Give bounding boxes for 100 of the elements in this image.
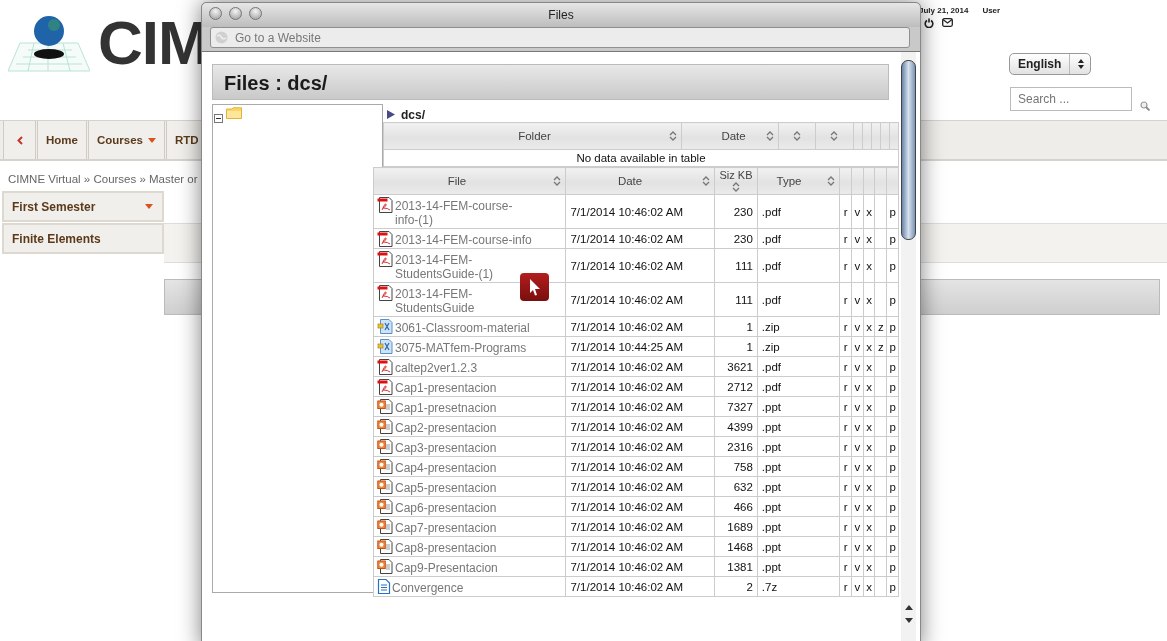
action-link[interactable]: x bbox=[863, 376, 875, 397]
search-icon[interactable] bbox=[1140, 101, 1150, 111]
column-header[interactable]: Siz KB bbox=[714, 167, 758, 195]
action-link[interactable]: r bbox=[839, 228, 852, 249]
sort-icon[interactable] bbox=[731, 181, 740, 193]
action-link[interactable]: p bbox=[886, 248, 899, 283]
action-link[interactable]: v bbox=[851, 228, 864, 249]
action-link[interactable]: v bbox=[851, 476, 864, 497]
action-link[interactable]: x bbox=[863, 316, 875, 337]
scrollbar-thumb[interactable] bbox=[901, 60, 916, 240]
action-link[interactable]: v bbox=[851, 436, 864, 457]
window-control-button[interactable] bbox=[209, 7, 222, 20]
action-link[interactable]: r bbox=[839, 556, 852, 577]
search-field[interactable]: Search ... bbox=[1010, 87, 1132, 111]
action-link[interactable]: p bbox=[886, 336, 899, 357]
language-select[interactable]: English bbox=[1009, 53, 1091, 75]
window-control-button[interactable] bbox=[229, 7, 242, 20]
address-field[interactable]: Go to a Website bbox=[210, 27, 910, 48]
sort-icon[interactable] bbox=[553, 175, 562, 187]
nav-item[interactable]: Home bbox=[37, 121, 87, 159]
action-link[interactable]: p bbox=[886, 416, 899, 437]
action-link[interactable]: p bbox=[886, 476, 899, 497]
action-link[interactable]: x bbox=[863, 396, 875, 417]
action-link[interactable]: r bbox=[839, 416, 852, 437]
action-link[interactable]: p bbox=[886, 456, 899, 477]
action-link[interactable]: r bbox=[839, 436, 852, 457]
action-link[interactable]: x bbox=[863, 456, 875, 477]
action-link[interactable]: x bbox=[863, 496, 875, 517]
action-link[interactable]: x bbox=[863, 282, 875, 317]
sort-icon[interactable] bbox=[766, 130, 775, 142]
action-link[interactable]: r bbox=[839, 336, 852, 357]
action-link[interactable]: r bbox=[839, 456, 852, 477]
action-link[interactable]: r bbox=[839, 248, 852, 283]
sidebar-item[interactable]: First Semester bbox=[2, 191, 164, 222]
column-header[interactable]: Date bbox=[681, 122, 779, 150]
action-link[interactable]: x bbox=[863, 194, 875, 229]
action-link[interactable]: v bbox=[851, 194, 864, 229]
action-link[interactable]: x bbox=[863, 416, 875, 437]
window-control-button[interactable] bbox=[249, 7, 262, 20]
action-link[interactable]: v bbox=[851, 416, 864, 437]
action-link[interactable]: r bbox=[839, 316, 852, 337]
sidebar-item[interactable]: Finite Elements bbox=[2, 223, 164, 254]
action-link[interactable]: p bbox=[886, 556, 899, 577]
scroll-up-icon[interactable] bbox=[904, 604, 913, 611]
action-link[interactable]: p bbox=[886, 516, 899, 537]
nav-item[interactable]: RTD bbox=[166, 121, 201, 159]
scroll-down-icon[interactable] bbox=[904, 617, 913, 624]
action-link[interactable]: x bbox=[863, 516, 875, 537]
action-link[interactable]: r bbox=[839, 496, 852, 517]
sort-icon[interactable] bbox=[793, 130, 802, 142]
action-link[interactable]: z bbox=[874, 336, 887, 357]
action-link[interactable]: x bbox=[863, 336, 875, 357]
action-link[interactable]: p bbox=[886, 396, 899, 417]
action-link[interactable]: v bbox=[851, 282, 864, 317]
mail-icon[interactable] bbox=[942, 18, 953, 27]
sort-icon[interactable] bbox=[669, 130, 678, 142]
collapse-icon[interactable] bbox=[214, 114, 223, 123]
sort-icon[interactable] bbox=[830, 130, 839, 142]
action-link[interactable]: x bbox=[863, 576, 875, 597]
action-link[interactable]: p bbox=[886, 316, 899, 337]
action-link[interactable]: p bbox=[886, 436, 899, 457]
action-link[interactable]: r bbox=[839, 282, 852, 317]
action-link[interactable]: p bbox=[886, 496, 899, 517]
action-link[interactable]: v bbox=[851, 576, 864, 597]
action-link[interactable]: x bbox=[863, 228, 875, 249]
action-link[interactable]: p bbox=[886, 376, 899, 397]
action-link[interactable]: v bbox=[851, 336, 864, 357]
action-link[interactable]: r bbox=[839, 356, 852, 377]
action-link[interactable]: x bbox=[863, 476, 875, 497]
action-link[interactable]: p bbox=[886, 356, 899, 377]
nav-menu-item[interactable]: Courses bbox=[87, 121, 165, 159]
column-header[interactable]: Folder bbox=[383, 122, 682, 150]
action-link[interactable]: v bbox=[851, 516, 864, 537]
action-link[interactable]: v bbox=[851, 496, 864, 517]
action-link[interactable]: v bbox=[851, 316, 864, 337]
power-icon[interactable] bbox=[924, 18, 934, 28]
action-link[interactable]: p bbox=[886, 576, 899, 597]
action-link[interactable]: p bbox=[886, 536, 899, 557]
action-link[interactable]: v bbox=[851, 376, 864, 397]
action-link[interactable]: r bbox=[839, 376, 852, 397]
column-header[interactable]: Type bbox=[757, 167, 840, 195]
action-link[interactable]: p bbox=[886, 282, 899, 317]
action-link[interactable]: r bbox=[839, 536, 852, 557]
sort-icon[interactable] bbox=[827, 175, 836, 187]
action-link[interactable]: v bbox=[851, 396, 864, 417]
action-link[interactable]: v bbox=[851, 248, 864, 283]
action-link[interactable]: x bbox=[863, 556, 875, 577]
column-header[interactable]: Date bbox=[565, 167, 715, 195]
action-link[interactable]: p bbox=[886, 194, 899, 229]
action-link[interactable]: v bbox=[851, 536, 864, 557]
action-link[interactable]: x bbox=[863, 356, 875, 377]
action-link[interactable]: r bbox=[839, 516, 852, 537]
action-link[interactable]: r bbox=[839, 576, 852, 597]
action-link[interactable]: x bbox=[863, 436, 875, 457]
action-link[interactable]: x bbox=[863, 536, 875, 557]
action-link[interactable]: r bbox=[839, 476, 852, 497]
action-link[interactable]: p bbox=[886, 228, 899, 249]
sort-icon[interactable] bbox=[702, 175, 711, 187]
action-link[interactable]: r bbox=[839, 396, 852, 417]
column-header[interactable]: File bbox=[373, 167, 566, 195]
